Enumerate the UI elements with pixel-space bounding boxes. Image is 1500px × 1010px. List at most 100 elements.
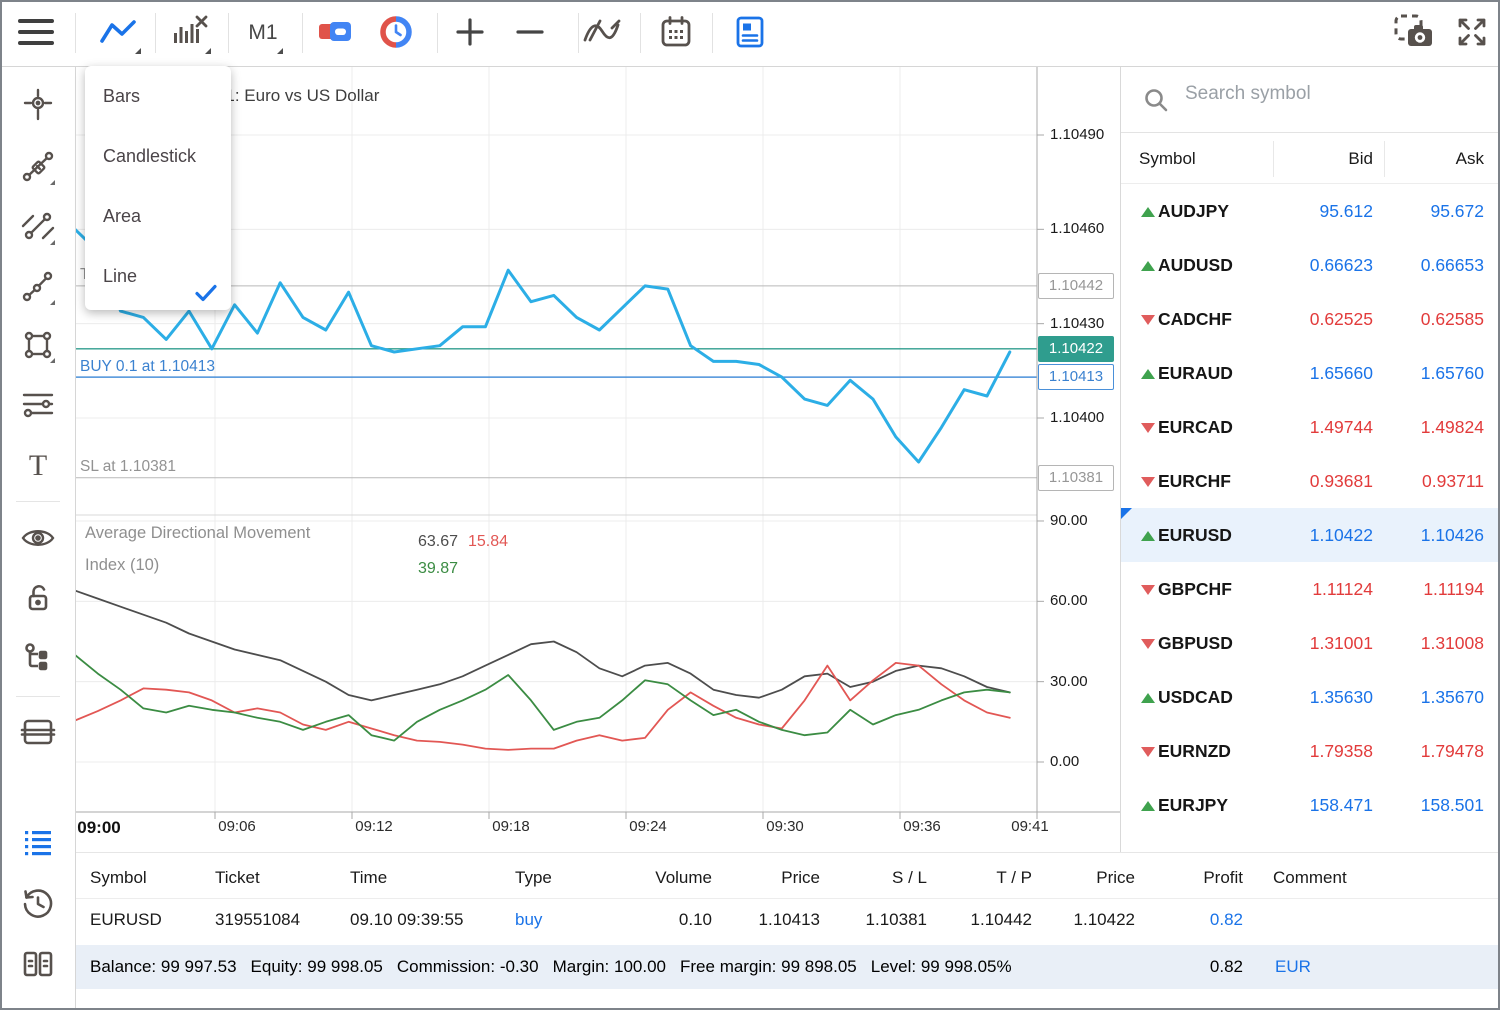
object-list-button[interactable] <box>18 639 58 679</box>
show-objects-button[interactable] <box>18 519 58 559</box>
header-tp[interactable]: T / P <box>937 853 1032 903</box>
symbol-row-audjpy[interactable]: AUDJPY95.61295.672 <box>1121 184 1500 238</box>
symbol-row-eurusd[interactable]: EURUSD1.104221.10426 <box>1121 508 1500 562</box>
journal-button[interactable] <box>18 945 58 985</box>
one-click-trading-button[interactable] <box>315 9 355 57</box>
tp-price-badge: 1.10442 <box>1038 273 1114 299</box>
crosshair-tool-button[interactable] <box>18 86 58 126</box>
symbol-name: EURCHF <box>1158 454 1231 508</box>
chart-type-button[interactable] <box>92 9 144 57</box>
price-axis-label: 1.10430 <box>1050 316 1116 332</box>
symbol-row-gbpchf[interactable]: GBPCHF1.111241.11194 <box>1121 562 1500 616</box>
header-price[interactable]: Price <box>722 853 820 903</box>
ask-price: 0.62585 <box>1421 292 1484 346</box>
symbol-row-eurnzd[interactable]: EURNZD1.793581.79478 <box>1121 724 1500 778</box>
economic-calendar-button[interactable] <box>656 9 696 57</box>
symbol-name: EURAUD <box>1158 346 1233 400</box>
header-symbol[interactable]: Symbol <box>90 853 215 903</box>
account-summary-bar: Balance: 99 997.53Equity: 99 998.05Commi… <box>75 945 1500 989</box>
menu-item-line[interactable]: Line <box>85 246 231 306</box>
symbol-row-eurchf[interactable]: EURCHF 0.93681 0.93711 <box>1121 454 1500 508</box>
objects-button[interactable] <box>582 9 622 57</box>
main-menu-button[interactable] <box>12 9 60 57</box>
market-depth-button[interactable] <box>375 9 417 57</box>
symbol-row-gbpusd[interactable]: GBPUSD1.310011.31008 <box>1121 616 1500 670</box>
arrow-down-icon <box>1141 477 1155 487</box>
header-profit[interactable]: Profit <box>1145 853 1243 903</box>
symbol-name: EURNZD <box>1158 724 1231 778</box>
bid-price: 1.35630 <box>1310 670 1373 724</box>
column-header-bid[interactable]: Bid <box>1348 133 1373 184</box>
buy-price-badge: 1.10413 <box>1038 364 1114 390</box>
fibonacci-lines-icon <box>21 388 55 425</box>
header-sl[interactable]: S / L <box>830 853 927 903</box>
polyline-tool-button[interactable] <box>18 268 58 308</box>
hamburger-menu-icon <box>18 17 54 50</box>
trade-table-header: SymbolTicketTimeTypeVolumePriceS / LT / … <box>75 853 1500 899</box>
symbol-search <box>1121 66 1500 133</box>
symbol-row-usdcad[interactable]: USDCAD1.356301.35670 <box>1121 670 1500 724</box>
arrow-down-icon <box>1141 315 1155 325</box>
calendar-icon <box>659 15 693 52</box>
screenshot-button[interactable] <box>1392 9 1436 57</box>
trade-dialog-button[interactable] <box>18 713 58 753</box>
depth-clock-icon <box>379 15 413 52</box>
shapes-tool-button[interactable] <box>18 326 58 366</box>
history-clock-icon <box>21 887 55 924</box>
timeframe-button[interactable]: M1 <box>240 9 286 57</box>
fullscreen-button[interactable] <box>1450 9 1494 57</box>
zoom-in-button[interactable] <box>450 9 490 57</box>
search-input[interactable] <box>1183 82 1477 106</box>
trade-list-button[interactable] <box>18 824 58 864</box>
bid-price: 1.79358 <box>1310 724 1373 778</box>
bid-price: 0.93681 <box>1310 454 1373 508</box>
balance-label: Balance: <box>90 957 161 976</box>
time-axis-label: 09:36 <box>903 818 941 835</box>
symbol-row-audusd[interactable]: AUDUSD0.666230.66653 <box>1121 238 1500 292</box>
market-watch-rows: AUDJPY95.61295.672AUDUSD0.666230.66653CA… <box>1121 184 1500 832</box>
account-currency[interactable]: EUR <box>1275 945 1311 989</box>
symbol-row-euraud[interactable]: EURAUD1.656601.65760 <box>1121 346 1500 400</box>
header-time[interactable]: Time <box>350 853 510 903</box>
market-watch-header: Symbol Bid Ask <box>1121 133 1500 184</box>
measure-tool-button[interactable] <box>18 148 58 188</box>
ask-price: 0.93711 <box>1422 454 1484 508</box>
column-header-symbol[interactable]: Symbol <box>1139 133 1196 184</box>
symbol-row-eurjpy[interactable]: EURJPY158.471158.501 <box>1121 778 1500 832</box>
sl-annotation: SL at 1.10381 <box>80 458 176 476</box>
header-volume[interactable]: Volume <box>615 853 712 903</box>
journal-book-icon <box>21 949 55 982</box>
market-watch-panel: Symbol Bid Ask AUDJPY95.61295.672AUDUSD0… <box>1120 66 1500 852</box>
history-button[interactable] <box>18 885 58 925</box>
header-price[interactable]: Price <box>1042 853 1135 903</box>
cell-price: 1.10413 <box>722 899 820 941</box>
trade-panel: SymbolTicketTimeTypeVolumePriceS / LT / … <box>75 852 1500 1010</box>
header-ticket[interactable]: Ticket <box>215 853 340 903</box>
remove-indicator-button[interactable] <box>166 9 214 57</box>
bid-price: 158.471 <box>1310 778 1373 832</box>
panel-toggle-button[interactable] <box>728 9 772 57</box>
menu-item-bars[interactable]: Bars <box>85 66 231 126</box>
balance-value: -0.30 <box>500 957 539 976</box>
lock-objects-button[interactable] <box>18 579 58 619</box>
indicator-name-line1: Average Directional Movement <box>85 524 310 543</box>
arrow-up-icon <box>1141 531 1155 541</box>
trade-table-row[interactable]: EURUSD31955108409.10 09:39:55buy0.101.10… <box>75 899 1500 943</box>
time-axis-label: 09:24 <box>629 818 667 835</box>
symbol-name: AUDJPY <box>1158 184 1229 238</box>
zoom-out-button[interactable] <box>510 9 550 57</box>
header-comment[interactable]: Comment <box>1273 853 1473 903</box>
chart-plot[interactable] <box>75 66 1120 852</box>
menu-item-candlestick[interactable]: Candlestick <box>85 126 231 186</box>
menu-item-area[interactable]: Area <box>85 186 231 246</box>
symbol-row-cadchf[interactable]: CADCHF0.625250.62585 <box>1121 292 1500 346</box>
symbol-row-eurcad[interactable]: EURCAD1.497441.49824 <box>1121 400 1500 454</box>
text-tool-button[interactable]: T <box>18 446 58 486</box>
svg-text:T: T <box>29 449 47 482</box>
fibonacci-tool-button[interactable] <box>18 386 58 426</box>
trendline-tool-button[interactable] <box>18 208 58 248</box>
indicator-axis-label: 0.00 <box>1050 754 1116 770</box>
bid-price: 1.31001 <box>1310 616 1373 670</box>
column-header-ask[interactable]: Ask <box>1456 133 1484 184</box>
time-axis-label: 09:41 <box>1011 818 1049 835</box>
